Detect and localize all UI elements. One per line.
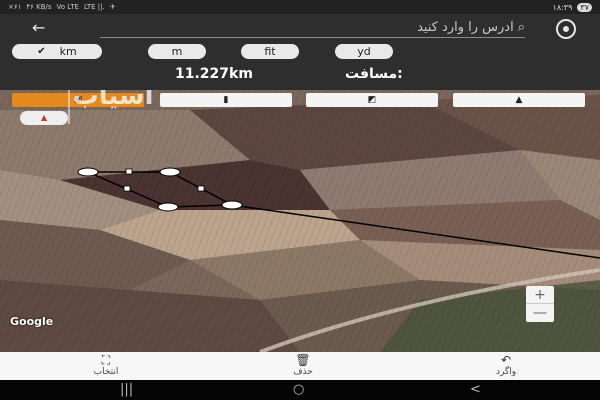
- mountain-icon[interactable]: ▲: [453, 93, 585, 107]
- terrain-icon[interactable]: ◩: [306, 93, 438, 107]
- check-icon: ✔: [37, 46, 46, 57]
- status-icons: ×۶۱ ۴۶ KB/s Vo LTE LTE ||. ✈: [8, 3, 116, 11]
- trash-icon: 🗑: [295, 353, 311, 367]
- status-right: ۱۸:۳۹ ۳۷: [552, 2, 592, 12]
- undo-icon: ↶: [500, 353, 512, 367]
- undo-label: واگرد: [495, 367, 517, 377]
- search-icon[interactable]: ⌕: [518, 20, 525, 35]
- arrow-left-icon[interactable]: ←: [32, 20, 45, 36]
- unit-m-button[interactable]: m: [148, 44, 206, 59]
- zoom-in-button[interactable]: +: [526, 286, 554, 304]
- top-panel: ← ⌕ ✔ km m fit yd 11.227km مسافت:: [0, 14, 600, 90]
- status-notification-count: ×۶۱: [8, 3, 22, 11]
- unit-selector: ✔ km m fit yd: [0, 44, 600, 60]
- unit-yd-label: yd: [357, 45, 371, 58]
- search-bar: ⌕: [100, 18, 525, 38]
- my-location-icon[interactable]: [556, 19, 576, 39]
- google-logo: Google: [10, 315, 54, 328]
- back-nav-button[interactable]: <: [470, 382, 481, 397]
- unit-km-label: km: [59, 45, 77, 58]
- zoom-out-button[interactable]: —: [526, 304, 554, 322]
- status-network-speed: ۴۶ KB/s: [26, 3, 52, 11]
- home-button[interactable]: ○: [293, 382, 304, 397]
- zoom-control: + —: [526, 286, 554, 322]
- watermark-logo: آسیاب: [68, 90, 156, 124]
- battery-icon: ۳۷: [577, 2, 592, 12]
- map-imagery: [0, 90, 600, 352]
- app-screen: ×۶۱ ۴۶ KB/s Vo LTE LTE ||. ✈ ۱۸:۳۹ ۳۷ ← …: [0, 0, 600, 400]
- compass-icon[interactable]: [20, 111, 68, 125]
- map-icon[interactable]: ▮: [160, 93, 292, 107]
- select-label: انتخاب: [93, 367, 119, 377]
- unit-fit-label: fit: [264, 45, 276, 58]
- status-bar: ×۶۱ ۴۶ KB/s Vo LTE LTE ||. ✈ ۱۸:۳۹ ۳۷: [0, 0, 600, 14]
- airplane-icon: ✈: [109, 3, 116, 11]
- delete-button[interactable]: 🗑 حذف: [263, 353, 343, 378]
- recent-apps-button[interactable]: |||: [120, 382, 133, 397]
- unit-m-label: m: [171, 45, 183, 58]
- system-navigation-bar: ||| ○ <: [0, 380, 600, 400]
- bottom-action-bar: ⛶ انتخاب 🗑 حذف ↶ واگرد: [0, 352, 600, 380]
- unit-yd-button[interactable]: yd: [335, 44, 393, 59]
- unit-fit-button[interactable]: fit: [241, 44, 299, 59]
- select-button[interactable]: ⛶ انتخاب: [66, 353, 146, 378]
- distance-label: مسافت:: [345, 66, 403, 82]
- undo-button[interactable]: ↶ واگرد: [466, 353, 546, 378]
- unit-km-button[interactable]: ✔ km: [12, 44, 102, 59]
- delete-label: حذف: [293, 367, 313, 377]
- select-icon: ⛶: [101, 353, 111, 367]
- status-volte: Vo LTE: [56, 3, 79, 11]
- status-signal: LTE ||.: [83, 3, 105, 11]
- status-time: ۱۸:۳۹: [552, 2, 573, 12]
- satellite-map[interactable]: ▣ ▮ ◩ ▲ آسیاب + — Google: [0, 90, 600, 352]
- distance-value: 11.227km: [175, 66, 253, 82]
- address-search-input[interactable]: [123, 20, 514, 35]
